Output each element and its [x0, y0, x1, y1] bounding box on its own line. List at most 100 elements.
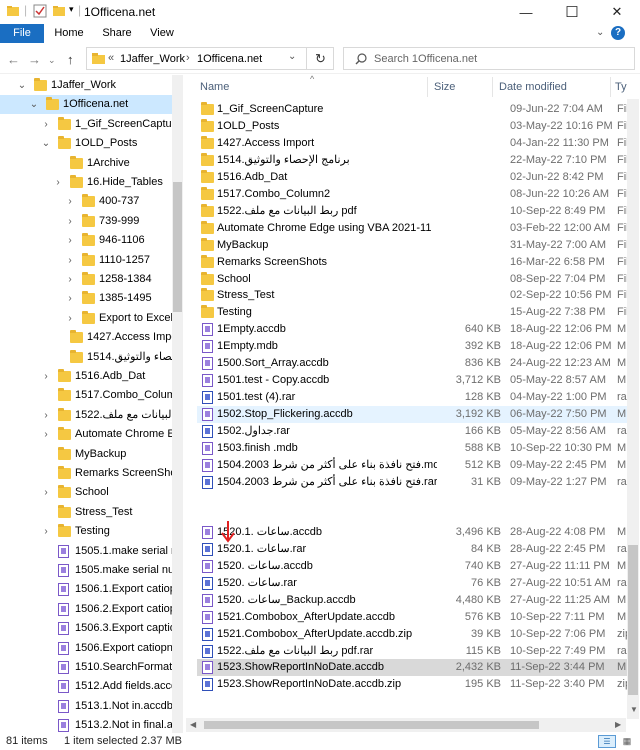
- expand-chevron-icon[interactable]: ›: [65, 289, 75, 308]
- column-header-type[interactable]: Ty: [615, 75, 627, 99]
- file-row[interactable]: 1521.Combobox_AfterUpdate.accdb 576 KB 10-…: [197, 609, 627, 626]
- nav-item[interactable]: MyBackup: [0, 445, 172, 464]
- large-icons-view-icon[interactable]: ▦: [620, 735, 634, 748]
- nav-item[interactable]: Remarks ScreenShots: [0, 464, 172, 483]
- breadcrumb-separator-icon[interactable]: ›: [186, 52, 190, 64]
- nav-item[interactable]: › 739-999: [0, 212, 172, 231]
- file-row[interactable]: 1520.1. ساعات.accdb 3,496 KB 28-Aug-22 4:0…: [197, 524, 627, 541]
- nav-item[interactable]: › 946-1106: [0, 231, 172, 250]
- navigation-pane[interactable]: ⌄ 1Jaffer_Work ⌄ 1Officena.net › 1_Gif_Screen…: [0, 75, 185, 733]
- nav-item[interactable]: 1506.2.Export catiopns to: [0, 600, 172, 619]
- file-row[interactable]: 1520. ساعات.accdb 740 KB 27-Aug-22 11:11 P…: [197, 558, 627, 575]
- nav-item[interactable]: 1506.1.Export catiopns to: [0, 580, 172, 599]
- file-row[interactable]: 1502.Stop_Flickering.accdb 3,192 KB 06-May…: [197, 406, 627, 424]
- file-row[interactable]: School 08-Sep-22 7:04 PM Fil: [197, 271, 629, 288]
- file-row[interactable]: 1520.1. ساعات.rar 84 KB 28-Aug-22 2:45 PM r…: [197, 541, 627, 558]
- nav-scrollbar-thumb[interactable]: [173, 182, 182, 312]
- breadcrumb-item[interactable]: 1Jaffer_Work: [120, 53, 185, 65]
- file-row[interactable]: 1OLD_Posts 03-May-22 10:16 PM Fil: [197, 118, 629, 135]
- file-row[interactable]: Stress_Test 02-Sep-22 10:56 PM Fil: [197, 287, 629, 304]
- scroll-left-icon[interactable]: ◀: [190, 720, 196, 729]
- tab-share[interactable]: Share: [98, 24, 136, 43]
- file-row[interactable]: 1517.Combo_Column2 08-Jun-22 10:26 AM Fil: [197, 186, 629, 203]
- tab-home[interactable]: Home: [50, 24, 88, 43]
- file-row[interactable]: 1522.ربط البيانات مع ملف pdf.rar 115 KB 10…: [197, 643, 627, 660]
- nav-item[interactable]: 1510.SearchFormatListBo:: [0, 658, 172, 677]
- file-row[interactable]: 1427.Access Import 04-Jan-22 11:30 PM Fil: [197, 135, 629, 152]
- expand-chevron-icon[interactable]: ›: [41, 406, 51, 425]
- nav-item[interactable]: برنامج الإحصاء والتوثيق.1514: [0, 348, 172, 367]
- file-row[interactable]: 1Empty.mdb 392 KB 18-Aug-22 12:06 PM M: [197, 338, 627, 355]
- address-dropdown-icon[interactable]: ⌄: [288, 51, 296, 62]
- file-row[interactable]: 1_Gif_ScreenCapture 09-Jun-22 7:04 AM Fil: [197, 101, 629, 118]
- expand-chevron-icon[interactable]: ›: [41, 522, 51, 541]
- expand-chevron-icon[interactable]: ›: [65, 231, 75, 250]
- nav-item[interactable]: ⌄ 1Jaffer_Work: [0, 76, 172, 95]
- details-view-icon[interactable]: ☰: [598, 735, 616, 748]
- help-icon[interactable]: ?: [611, 26, 625, 40]
- tab-view[interactable]: View: [146, 24, 178, 43]
- file-row[interactable]: 1502.جداول.rar 166 KB 05-May-22 8:56 AM ra: [197, 423, 627, 440]
- expand-ribbon-icon[interactable]: ⌄: [596, 27, 604, 38]
- column-header-name[interactable]: Name: [200, 75, 229, 99]
- expand-chevron-icon[interactable]: ›: [53, 173, 63, 192]
- expand-chevron-icon[interactable]: ›: [41, 115, 51, 134]
- file-row[interactable]: 1504.2003 فتح نافذة بناء على أكثر من شرط…: [197, 457, 627, 474]
- nav-item[interactable]: › Testing: [0, 522, 172, 541]
- file-row[interactable]: Remarks ScreenShots 16-Mar-22 6:58 PM Fil: [197, 254, 629, 271]
- properties-icon[interactable]: [33, 4, 47, 18]
- nav-item[interactable]: 1506.Export catiopns to e: [0, 639, 172, 658]
- nav-item[interactable]: › Automate Chrome Edge: [0, 425, 172, 444]
- overflow-chevron-icon[interactable]: «: [108, 52, 114, 64]
- file-row[interactable]: 1501.test - Copy.accdb 3,712 KB 05-May-22 …: [197, 372, 627, 389]
- nav-item[interactable]: › Export to Excel: [0, 309, 172, 328]
- nav-item[interactable]: ⌄ 1Officena.net: [0, 95, 172, 115]
- breadcrumb-item[interactable]: 1Officena.net: [197, 53, 262, 65]
- up-icon[interactable]: ↑: [67, 52, 74, 67]
- file-row[interactable]: 1523.ShowReportInNoDate.accdb 2,432 KB 11-…: [197, 659, 627, 677]
- expand-chevron-icon[interactable]: ›: [41, 425, 51, 444]
- address-bar[interactable]: « 1Jaffer_Work › 1Officena.net ⌄: [86, 47, 334, 70]
- file-row[interactable]: MyBackup 31-May-22 7:00 AM Fil: [197, 237, 629, 254]
- file-row[interactable]: 1523.ShowReportInNoDate.accdb.zip 195 KB 1…: [197, 676, 631, 693]
- file-row[interactable]: Testing 15-Aug-22 7:38 PM Fil: [197, 304, 629, 321]
- qat-dropdown-icon[interactable]: ▾: [69, 4, 74, 15]
- horizontal-scrollbar-thumb[interactable]: [204, 721, 539, 729]
- file-row[interactable]: 1500.Sort_Array.accdb 836 KB 24-Aug-22 12:…: [197, 355, 627, 372]
- nav-scrollbar[interactable]: [172, 75, 183, 733]
- file-row[interactable]: 1501.test (4).rar 128 KB 04-May-22 1:00 PM…: [197, 389, 627, 406]
- collapse-chevron-icon[interactable]: ⌄: [29, 95, 39, 114]
- search-box[interactable]: Search 1Officena.net: [343, 47, 635, 70]
- file-row[interactable]: 1522.ربط البيانات مع ملف pdf 10-Sep-22 8:…: [197, 203, 629, 220]
- vertical-scrollbar-thumb[interactable]: [628, 545, 638, 695]
- nav-item[interactable]: › 1_Gif_ScreenCapture: [0, 115, 172, 134]
- nav-item[interactable]: Stress_Test: [0, 503, 172, 522]
- nav-item[interactable]: 1513.1.Not in.accdb.zip: [0, 697, 172, 716]
- expand-chevron-icon[interactable]: ›: [65, 251, 75, 270]
- back-icon[interactable]: ←: [7, 52, 20, 67]
- maximize-button[interactable]: ☐: [549, 0, 595, 24]
- minimize-button[interactable]: —: [503, 0, 549, 24]
- file-row[interactable]: 1521.Combobox_AfterUpdate.accdb.zip 39 KB…: [197, 626, 631, 643]
- expand-chevron-icon[interactable]: ›: [65, 270, 75, 289]
- nav-item[interactable]: 1517.Combo_Column2: [0, 386, 172, 405]
- collapse-chevron-icon[interactable]: ⌄: [17, 76, 27, 95]
- expand-chevron-icon[interactable]: ›: [65, 212, 75, 231]
- file-row[interactable]: 1520. ساعات.rar 76 KB 27-Aug-22 10:51 AM ra: [197, 575, 627, 592]
- nav-item[interactable]: 1506.3.Export captions to: [0, 619, 172, 638]
- nav-item[interactable]: 1513.2.Not in final.accdb.: [0, 716, 172, 733]
- refresh-button[interactable]: ↻: [306, 48, 334, 69]
- forward-icon[interactable]: →: [28, 52, 41, 67]
- file-row[interactable]: 1Empty.accdb 640 KB 18-Aug-22 12:06 PM M: [197, 321, 627, 338]
- nav-item[interactable]: 1Archive: [0, 154, 172, 173]
- nav-item[interactable]: › 1385-1495: [0, 289, 172, 308]
- nav-item[interactable]: › 1110-1257: [0, 251, 172, 270]
- nav-item[interactable]: 1505.make serial numbers: [0, 561, 172, 580]
- column-divider[interactable]: [610, 77, 611, 97]
- file-list[interactable]: ^ Name Size Date modified Ty 1_Gif_Scree…: [186, 75, 640, 733]
- nav-item[interactable]: › 1522.ربط البيانات مع ملف: [0, 406, 172, 425]
- column-divider[interactable]: [427, 77, 428, 97]
- column-divider[interactable]: [492, 77, 493, 97]
- expand-chevron-icon[interactable]: ›: [65, 192, 75, 211]
- file-row[interactable]: 1520. ساعات_Backup.accdb 4,480 KB 27-Aug-2…: [197, 592, 627, 609]
